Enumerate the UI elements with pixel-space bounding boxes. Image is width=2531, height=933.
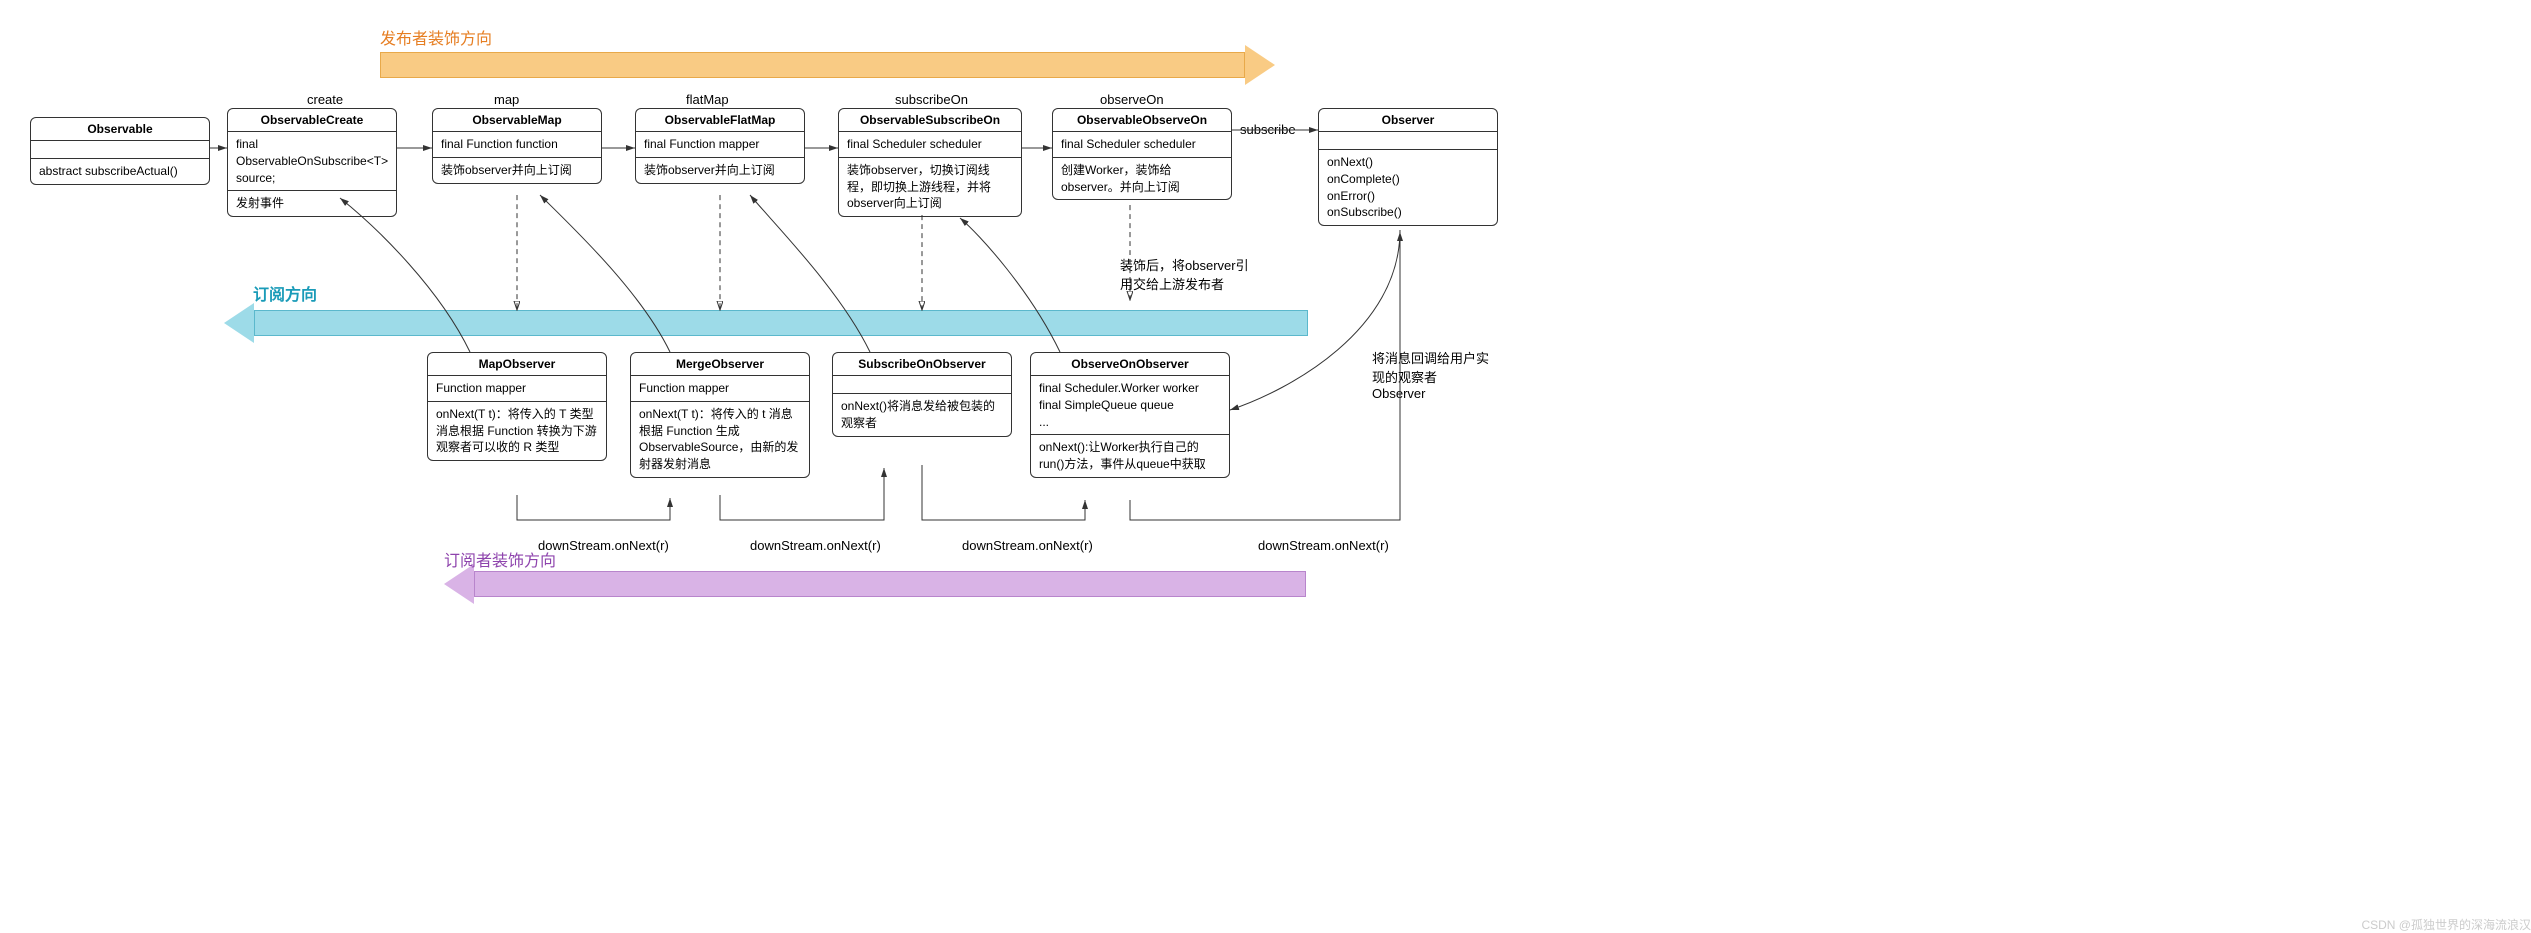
map-observer-row1: Function mapper [428,376,606,402]
subscribeon-observer-title: SubscribeOnObserver [833,353,1011,376]
observable-map-row2: 装饰observer并向上订阅 [433,158,601,183]
subscribeon-label: subscribeOn [895,92,968,107]
observable-box: Observable abstract subscribeActual() [30,117,210,185]
observable-create-box: ObservableCreate final ObservableOnSubsc… [227,108,397,217]
observable-subscribeon-title: ObservableSubscribeOn [839,109,1021,132]
publisher-direction-label: 发布者装饰方向 [380,25,492,49]
merge-observer-row2: onNext(T t)：将传入的 t 消息根据 Function 生成 Obse… [631,402,809,477]
observeon-label: observeOn [1100,92,1164,107]
subscribe-label: subscribe [1240,122,1296,137]
downstream-label-2: downStream.onNext(r) [750,538,881,553]
observable-create-row2: 发射事件 [228,191,396,216]
observable-flatmap-box: ObservableFlatMap final Function mapper … [635,108,805,184]
observable-flatmap-row2: 装饰observer并向上订阅 [636,158,804,183]
merge-observer-title: MergeObserver [631,353,809,376]
observer-row1: onNext() onComplete() onError() onSubscr… [1319,150,1497,225]
merge-observer-box: MergeObserver Function mapper onNext(T t… [630,352,810,478]
observer-title: Observer [1319,109,1497,132]
map-observer-row2: onNext(T t)：将传入的 T 类型消息根据 Function 转换为下游… [428,402,606,460]
decorate-note: 装饰后，将observer引用交给上游发布者 [1120,255,1260,293]
observable-title: Observable [31,118,209,141]
observable-subscribeon-row1: final Scheduler scheduler [839,132,1021,158]
observable-observeon-title: ObservableObserveOn [1053,109,1231,132]
observable-subscribeon-row2: 装饰observer，切换订阅线程，即切换上游线程，并将observer向上订阅 [839,158,1021,216]
observeon-observer-row1: final Scheduler.Worker worker final Simp… [1031,376,1229,435]
observer-box: Observer onNext() onComplete() onError()… [1318,108,1498,226]
callback-note: 将消息回调给用户实现的观察者 Observer [1372,348,1492,401]
observable-create-row1: final ObservableOnSubscribe<T> source; [228,132,396,191]
observable-map-title: ObservableMap [433,109,601,132]
downstream-label-1: downStream.onNext(r) [538,538,669,553]
map-observer-box: MapObserver Function mapper onNext(T t)：… [427,352,607,461]
merge-observer-row1: Function mapper [631,376,809,402]
map-label: map [494,92,519,107]
flatmap-label: flatMap [686,92,729,107]
observable-map-box: ObservableMap final Function function 装饰… [432,108,602,184]
map-observer-title: MapObserver [428,353,606,376]
subscribeon-observer-box: SubscribeOnObserver onNext()将消息发给被包装的观察者 [832,352,1012,437]
observable-flatmap-title: ObservableFlatMap [636,109,804,132]
observable-observeon-row1: final Scheduler scheduler [1053,132,1231,158]
watermark: CSDN @孤独世界的深海流浪汉 [2361,916,2531,933]
subscription-direction-label: 订阅方向 [253,281,317,305]
downstream-label-3: downStream.onNext(r) [962,538,1093,553]
observeon-observer-title: ObserveOnObserver [1031,353,1229,376]
observable-flatmap-row1: final Function mapper [636,132,804,158]
observable-subscribeon-box: ObservableSubscribeOn final Scheduler sc… [838,108,1022,217]
observable-row1: abstract subscribeActual() [31,159,209,184]
downstream-label-4: downStream.onNext(r) [1258,538,1389,553]
observable-observeon-box: ObservableObserveOn final Scheduler sche… [1052,108,1232,200]
subscribeon-observer-row2: onNext()将消息发给被包装的观察者 [833,394,1011,436]
create-label: create [307,92,343,107]
observeon-observer-row2: onNext():让Worker执行自己的run()方法，事件从queue中获取 [1031,435,1229,477]
observable-create-title: ObservableCreate [228,109,396,132]
observable-map-row1: final Function function [433,132,601,158]
observable-observeon-row2: 创建Worker，装饰给observer。并向上订阅 [1053,158,1231,200]
observeon-observer-box: ObserveOnObserver final Scheduler.Worker… [1030,352,1230,478]
